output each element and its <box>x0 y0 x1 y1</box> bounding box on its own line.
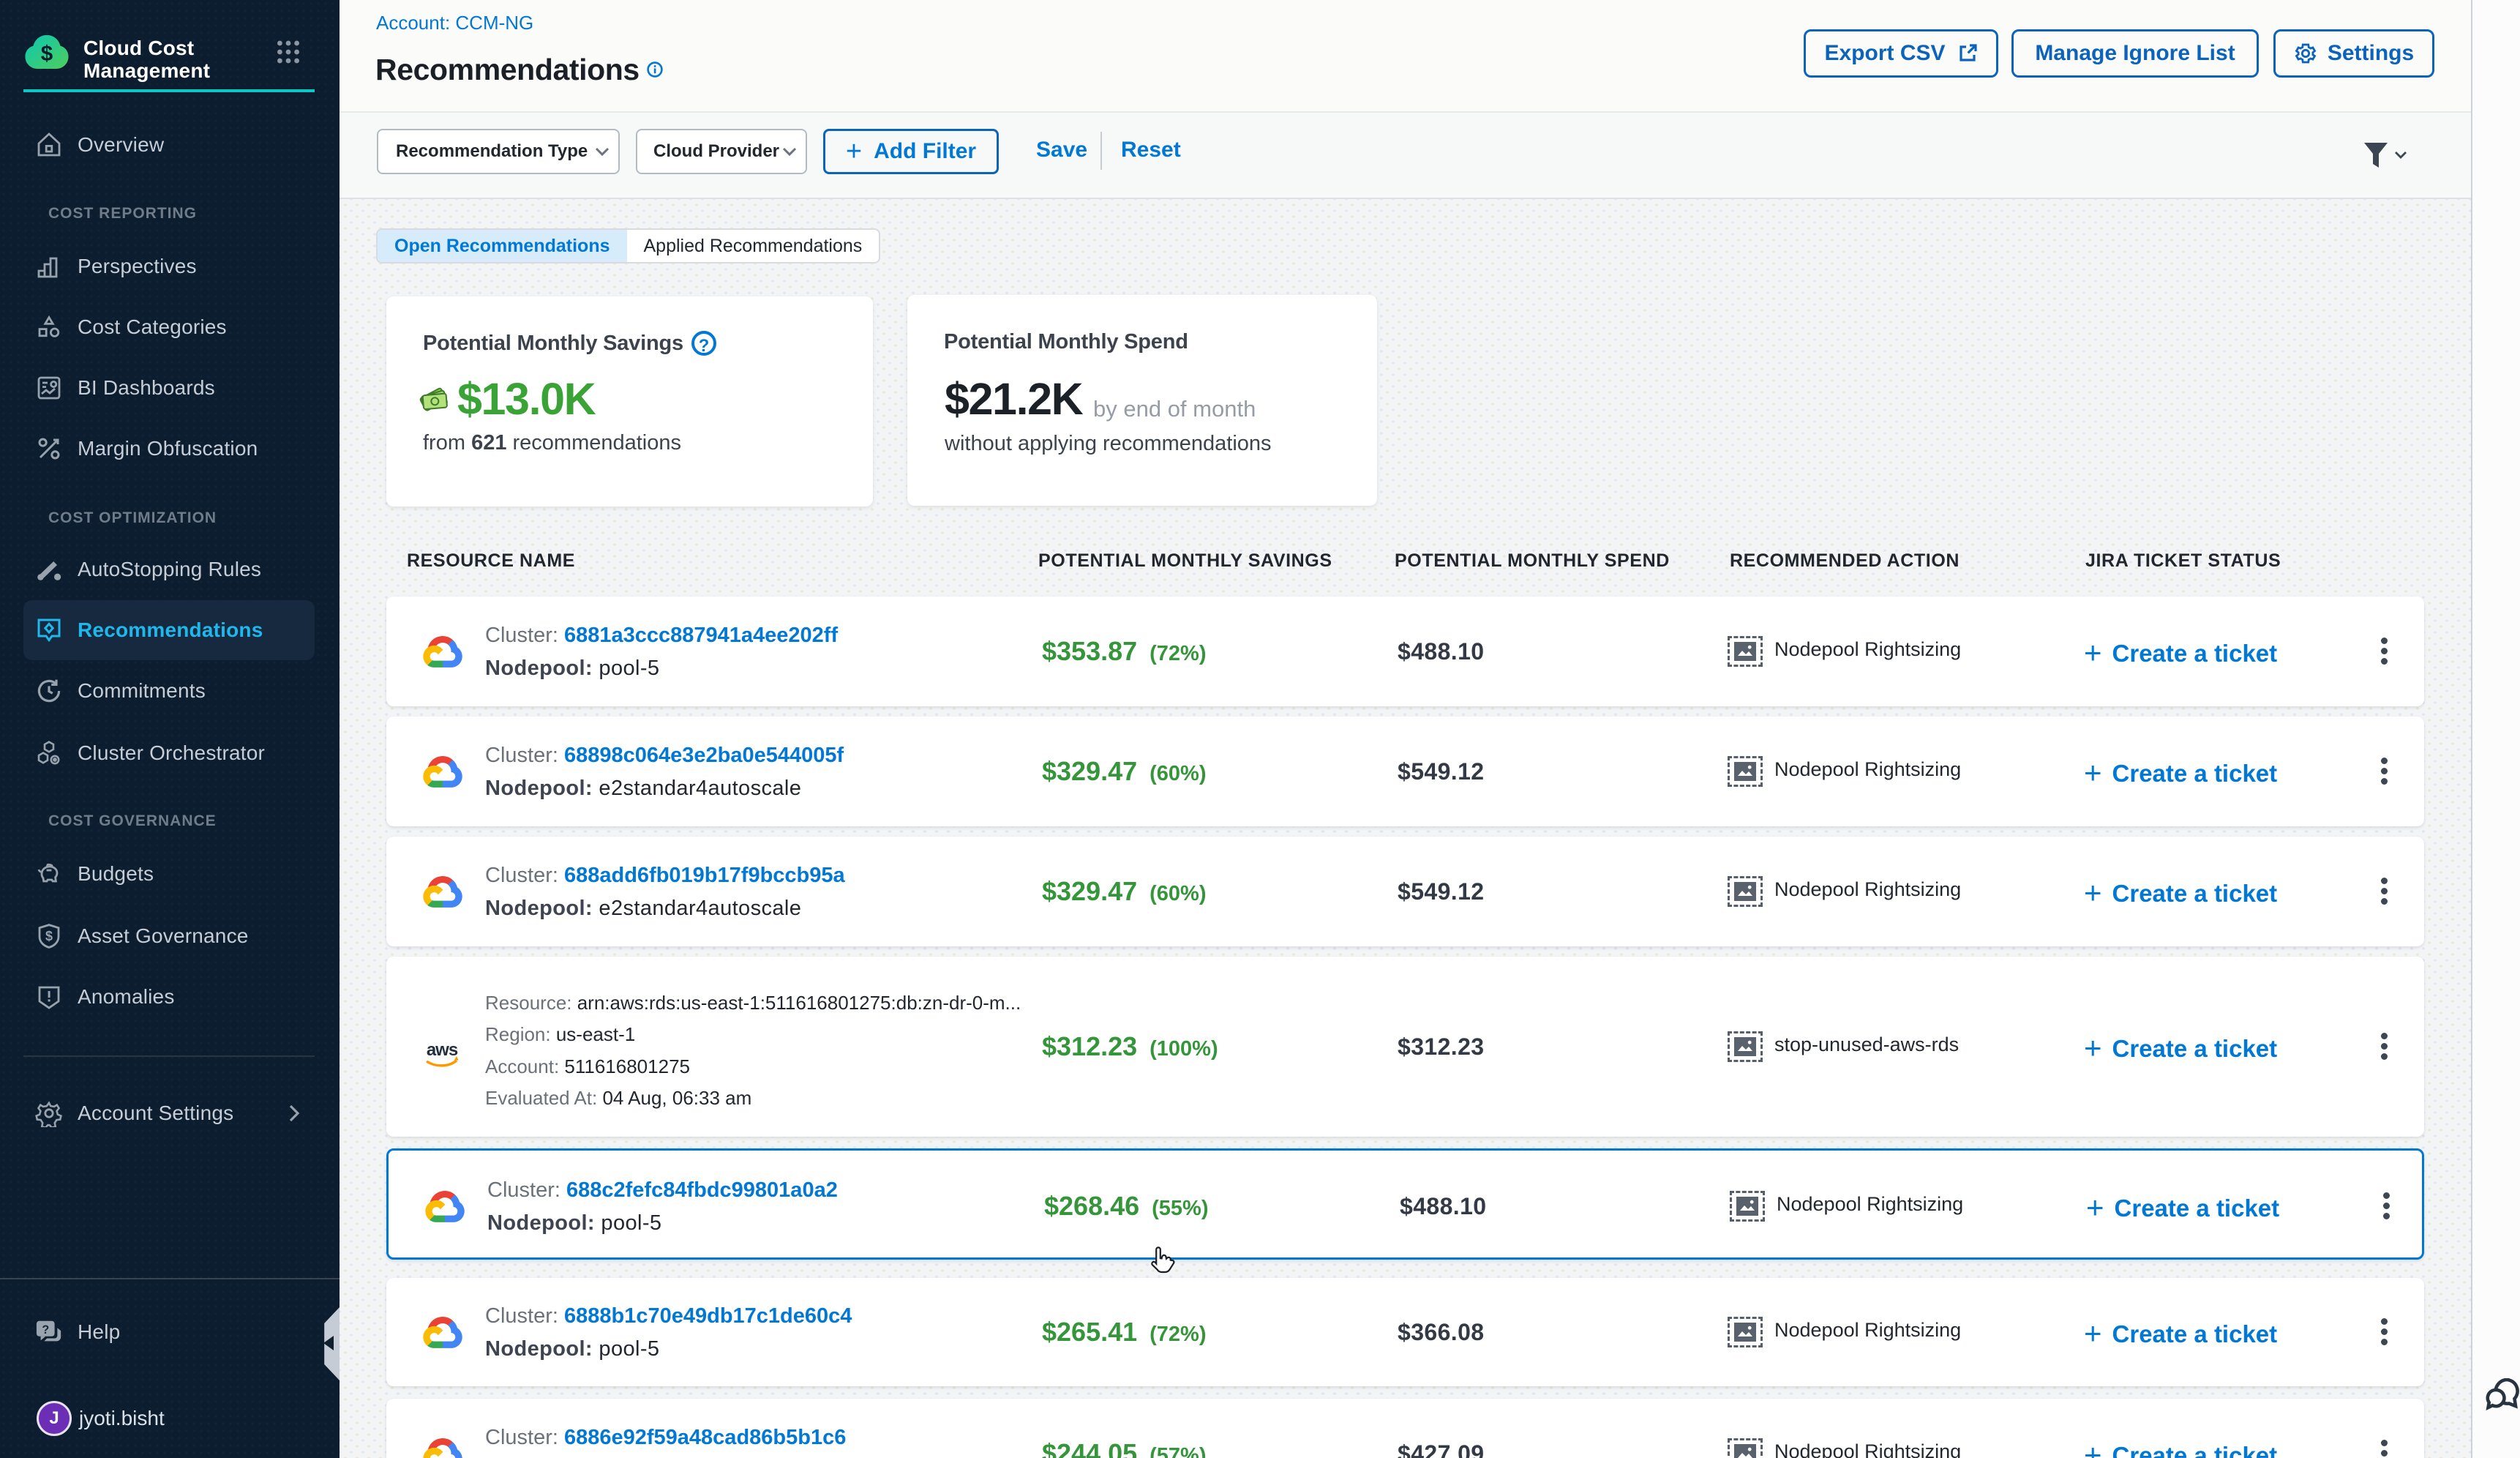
svg-text:$: $ <box>41 42 53 66</box>
svg-text:$: $ <box>45 929 53 943</box>
svg-text:?: ? <box>42 1323 49 1336</box>
svg-text:aws: aws <box>427 1040 458 1060</box>
